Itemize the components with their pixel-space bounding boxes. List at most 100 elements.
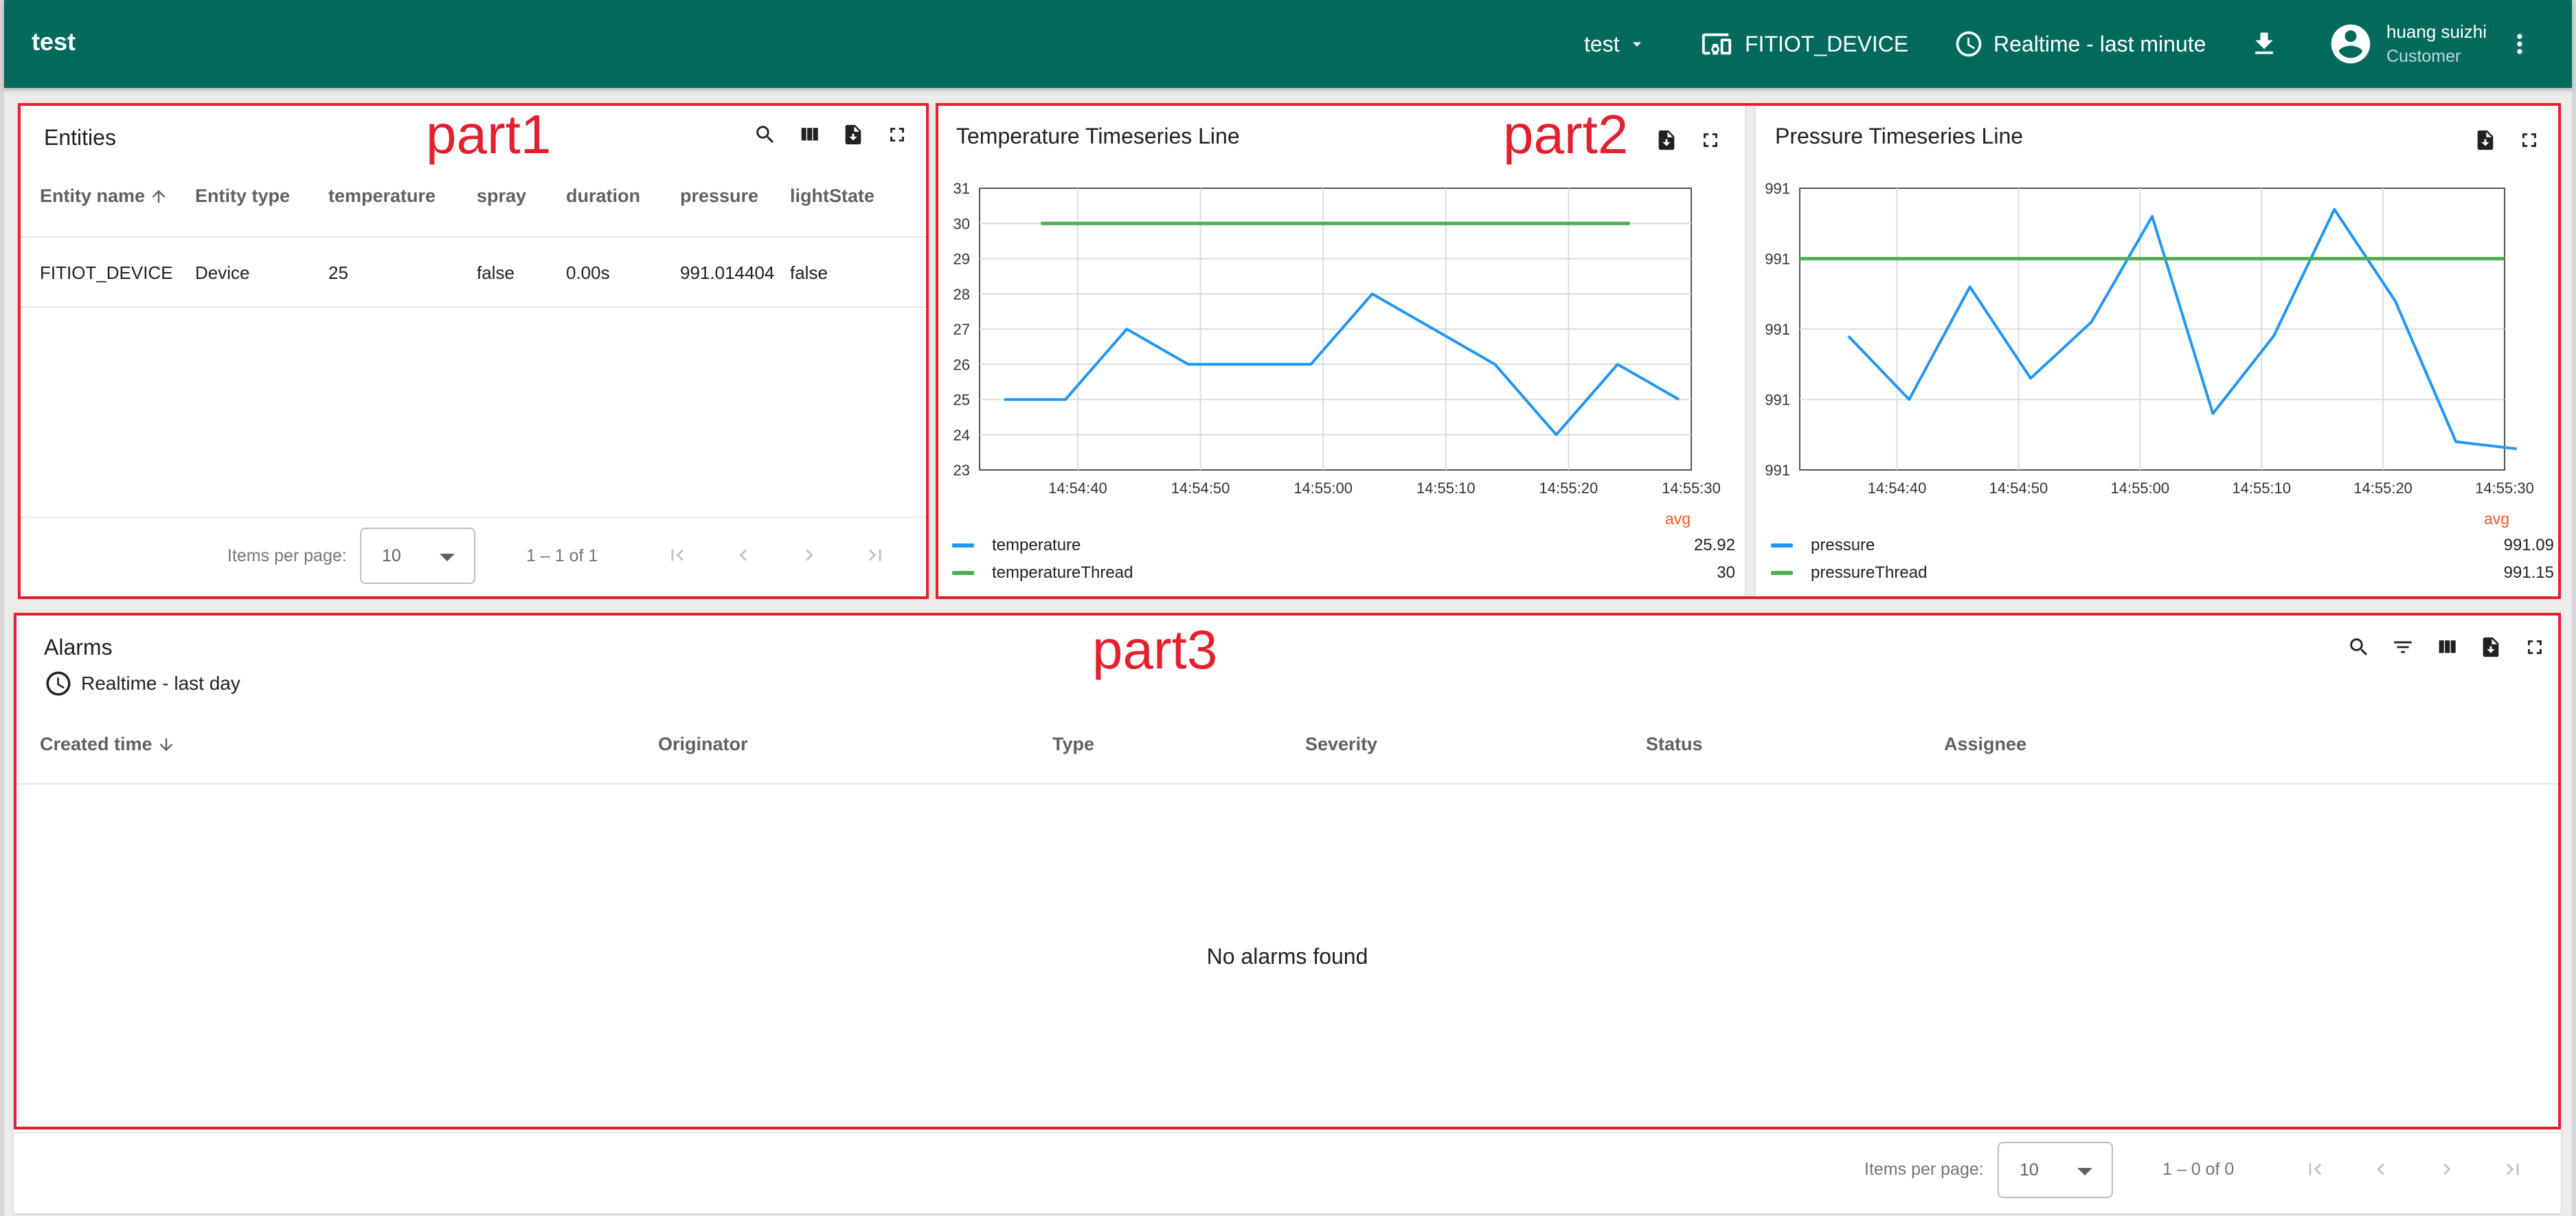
more-options-button[interactable] (2505, 0, 2535, 88)
divider (18, 306, 929, 308)
x-tick-label: 14:55:10 (1416, 480, 1476, 497)
legend-avg-value: 25.92 (1693, 536, 1735, 554)
search-icon (756, 126, 774, 144)
first-page-button[interactable] (662, 540, 692, 570)
user-name: huang suizhi (2386, 21, 2487, 42)
items-per-page-label: Items per page: (1864, 1160, 1984, 1179)
y-tick-label: 25 (953, 392, 970, 409)
avg-column-header: avg (2484, 510, 2510, 528)
x-tick-label: 14:55:30 (2475, 480, 2534, 497)
legend-item-temperature-thread[interactable]: temperatureThread 30 (952, 563, 1735, 583)
columns-button[interactable] (2432, 632, 2462, 662)
column-header-temperature[interactable]: temperature (328, 185, 436, 207)
legend-label: pressure (1811, 536, 1875, 554)
column-header-pressure[interactable]: pressure (680, 185, 758, 207)
view-column-icon (2439, 640, 2456, 653)
legend-label: temperature (992, 536, 1081, 554)
divider (18, 236, 929, 238)
pressure-line-chart: 991 991 991 991 991 14:54:40 14:54:50 14:55:00 1… (1765, 180, 2534, 497)
first-page-button[interactable] (2300, 1154, 2330, 1184)
last-page-button[interactable] (860, 540, 890, 570)
column-header-spray[interactable]: spray (477, 185, 526, 207)
y-tick-label: 991 (1765, 392, 1790, 409)
legend-avg-value: 30 (1717, 563, 1735, 582)
column-header-label: Created time (40, 734, 152, 754)
column-header-type[interactable]: Type (1052, 734, 1094, 755)
y-tick-label: 991 (1765, 462, 1790, 479)
timewindow-label: Realtime - last minute (1993, 31, 2206, 56)
column-header-severity[interactable]: Severity (1305, 734, 1377, 755)
divider (18, 517, 929, 518)
items-per-page-select[interactable]: 10 (1998, 1142, 2113, 1198)
y-tick-label: 27 (953, 321, 970, 338)
top-toolbar: test test FITIOT_DEVICE Realtime - last … (4, 0, 2572, 88)
user-menu-button[interactable]: huang suizhi Customer (2327, 0, 2487, 88)
legend-label: pressureThread (1811, 563, 1928, 582)
legend-item-temperature[interactable]: temperature 25.92 (952, 536, 1735, 555)
export-button[interactable] (2476, 632, 2506, 662)
legend-item-pressure-thread[interactable]: pressureThread 991.15 (1771, 563, 2554, 583)
cell-entity-name: FITIOT_DEVICE (40, 262, 173, 283)
x-tick-label: 14:55:20 (1539, 480, 1598, 497)
y-tick-label: 30 (953, 215, 970, 232)
fullscreen-button[interactable] (882, 120, 912, 150)
column-header-duration[interactable]: duration (566, 185, 640, 207)
account-circle-icon (2331, 24, 2371, 64)
fullscreen-icon (2528, 640, 2542, 654)
column-header-label: Entity name (40, 185, 146, 206)
legend-item-pressure[interactable]: pressure 991.09 (1771, 536, 2554, 555)
y-tick-label: 23 (953, 462, 970, 479)
alarms-title: Alarms (44, 635, 113, 660)
entity-alias-selector[interactable]: FITIOT_DEVICE (1701, 0, 1908, 88)
y-tick-label: 31 (953, 180, 970, 197)
y-tick-label: 991 (1765, 251, 1790, 268)
dropdown-arrow-icon (440, 554, 455, 561)
last-page-button[interactable] (2498, 1154, 2528, 1184)
avg-column-header: avg (1665, 510, 1691, 528)
caret-down-icon (1632, 42, 1641, 47)
legend-label: temperatureThread (992, 563, 1133, 582)
search-button[interactable] (2344, 632, 2374, 662)
column-header-entity-type[interactable]: Entity type (195, 185, 290, 207)
columns-button[interactable] (794, 120, 824, 150)
items-per-page-value: 10 (2020, 1160, 2039, 1180)
filter-list-icon (2394, 641, 2412, 653)
timewindow-button[interactable]: Realtime - last minute (1954, 0, 2206, 88)
cell-temperature: 25 (328, 262, 348, 283)
export-button[interactable] (838, 120, 868, 150)
chevron-right-icon (2443, 1163, 2451, 1175)
alarms-timewindow-label: Realtime - last day (81, 673, 240, 694)
column-header-lightstate[interactable]: lightState (790, 185, 874, 207)
filter-button[interactable] (2388, 632, 2418, 662)
devices-icon (1702, 33, 1732, 55)
dashboard-title: test (32, 27, 76, 56)
next-page-button[interactable] (794, 540, 824, 570)
column-header-status[interactable]: Status (1646, 734, 1703, 755)
column-header-originator[interactable]: Originator (658, 734, 748, 755)
x-tick-label: 14:54:40 (1868, 480, 1927, 497)
file-export-icon (2483, 637, 2499, 657)
search-button[interactable] (750, 120, 780, 150)
download-button[interactable] (2249, 0, 2279, 88)
next-page-button[interactable] (2432, 1154, 2462, 1184)
items-per-page-select[interactable]: 10 (360, 528, 475, 584)
column-header-assignee[interactable]: Assignee (1944, 734, 2026, 755)
user-role: Customer (2386, 47, 2461, 66)
empty-state-message: No alarms found (1206, 944, 1368, 969)
alarms-timewindow[interactable]: Realtime - last day (44, 669, 240, 698)
divider (14, 783, 2561, 785)
y-tick-label: 24 (953, 427, 970, 444)
previous-page-button[interactable] (728, 540, 758, 570)
cell-spray: false (477, 262, 515, 283)
y-tick-label: 29 (953, 251, 970, 268)
column-header-entity-name[interactable]: Entity name (40, 185, 168, 207)
state-selector[interactable]: test (1584, 0, 1647, 88)
previous-page-button[interactable] (2366, 1154, 2396, 1184)
legend-swatch (952, 571, 974, 575)
legend-swatch (1771, 571, 1793, 575)
last-page-icon (2506, 1163, 2519, 1175)
column-header-created-time[interactable]: Created time (40, 734, 176, 755)
pagination-range: 1 – 0 of 0 (2162, 1160, 2235, 1179)
fullscreen-button[interactable] (2520, 632, 2550, 662)
temperature-chart-widget: Temperature Timeseries Line 31 30 29 28 27 26… (937, 103, 1745, 598)
